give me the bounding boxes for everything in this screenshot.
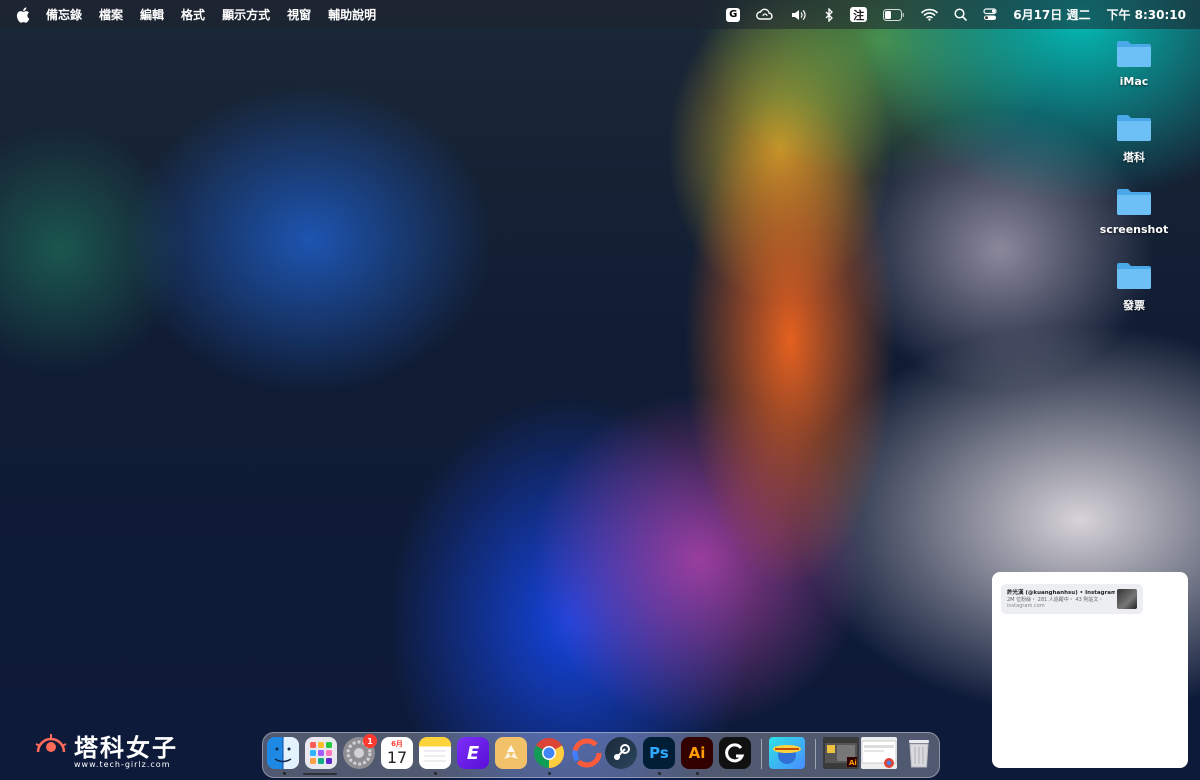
desktop-folder-screenshot[interactable]: screenshot bbox=[1088, 186, 1180, 260]
worlds-icon[interactable] bbox=[769, 737, 805, 769]
running-indicator bbox=[696, 772, 699, 775]
desktop-icons: iMac 塔科 screenshot 發票 bbox=[1088, 38, 1180, 334]
chrome-window-thumb[interactable] bbox=[861, 737, 897, 769]
archive-icon[interactable] bbox=[495, 737, 527, 769]
calendar-day: 17 bbox=[386, 747, 408, 767]
menu-format[interactable]: 格式 bbox=[181, 6, 205, 23]
menu-bar-left: 備忘錄 檔案 編輯 格式 顯示方式 視窗 輔助說明 bbox=[0, 6, 393, 23]
app-menu[interactable]: 備忘錄 bbox=[46, 6, 82, 23]
grammarly-icon[interactable]: G bbox=[726, 0, 741, 29]
launchpad-icon[interactable] bbox=[305, 737, 337, 769]
watermark-url: www.tech-girlz.com bbox=[74, 760, 171, 769]
menu-help[interactable]: 輔助說明 bbox=[328, 6, 376, 23]
settings-badge: 1 bbox=[363, 734, 377, 748]
capture-icon[interactable] bbox=[571, 737, 603, 769]
illustrator-window-thumb[interactable]: Ai bbox=[823, 737, 859, 769]
folder-icon bbox=[1117, 115, 1151, 141]
desktop-folder-taco[interactable]: 塔科 bbox=[1088, 112, 1180, 186]
bluetooth-icon[interactable] bbox=[824, 0, 834, 29]
steam-icon[interactable] bbox=[605, 737, 637, 769]
search-icon[interactable] bbox=[954, 0, 968, 29]
logitech-icon[interactable] bbox=[719, 737, 751, 769]
date-display[interactable]: 6月17日 週二 bbox=[1013, 0, 1090, 29]
link-preview-card[interactable]: 許光漢 (@kuanghanhsu) • Instagram... 2M 位粉絲… bbox=[1001, 584, 1143, 614]
input-method-icon[interactable]: 注 bbox=[850, 0, 868, 29]
folder-icon bbox=[1117, 263, 1151, 289]
e-app-icon[interactable]: E bbox=[457, 737, 489, 769]
trash-icon[interactable] bbox=[903, 737, 935, 769]
photoshop-icon[interactable]: Ps bbox=[643, 737, 675, 769]
dock-separator bbox=[815, 739, 816, 769]
link-preview-title: 許光漢 (@kuanghanhsu) • Instagram... bbox=[1007, 590, 1115, 596]
svg-text:Ai: Ai bbox=[849, 759, 857, 767]
menu-file[interactable]: 檔案 bbox=[99, 6, 123, 23]
menu-bar-right: G 注 6月17日 週二 下午 8:30:10 bbox=[726, 0, 1186, 29]
desktop-folder-label: 塔科 bbox=[1123, 151, 1145, 164]
running-indicator bbox=[548, 772, 551, 775]
desktop-folder-label: 發票 bbox=[1123, 299, 1145, 312]
watermark-name: 塔科女子 bbox=[74, 734, 178, 762]
link-preview-thumbnail bbox=[1117, 589, 1137, 609]
illustrator-icon[interactable]: Ai bbox=[681, 737, 713, 769]
dock: 1 6月 17 E Ps Ai Ai bbox=[262, 732, 940, 778]
calendar-icon[interactable]: 6月 17 bbox=[381, 737, 413, 769]
menu-view[interactable]: 顯示方式 bbox=[222, 6, 270, 23]
chrome-icon[interactable] bbox=[533, 737, 565, 769]
desktop-folder-label: iMac bbox=[1119, 75, 1149, 88]
folder-icon bbox=[1117, 189, 1151, 215]
logo-mark-icon bbox=[35, 734, 67, 753]
dock-separator bbox=[761, 739, 762, 769]
desktop-folder-imac[interactable]: iMac bbox=[1088, 38, 1180, 112]
folder-icon bbox=[1117, 41, 1151, 67]
desktop-folder-label: screenshot bbox=[1099, 223, 1169, 236]
input-method-label: 注 bbox=[850, 7, 868, 22]
finder-icon[interactable] bbox=[267, 737, 299, 769]
notes-icon[interactable] bbox=[419, 737, 451, 769]
notes-widget[interactable]: 許光漢 (@kuanghanhsu) • Instagram... 2M 位粉絲… bbox=[992, 572, 1188, 768]
control-center-icon[interactable] bbox=[983, 0, 997, 29]
volume-icon[interactable] bbox=[790, 0, 808, 29]
wifi-icon[interactable] bbox=[921, 0, 939, 29]
running-indicator bbox=[658, 772, 661, 775]
menu-window[interactable]: 視窗 bbox=[287, 6, 311, 23]
apple-icon[interactable] bbox=[16, 6, 30, 23]
battery-icon[interactable] bbox=[883, 0, 905, 29]
launchpad-hover-indicator bbox=[303, 773, 337, 775]
link-preview-source: instagram.com bbox=[1007, 603, 1045, 609]
running-indicator bbox=[434, 772, 437, 775]
link-preview-subtitle: 2M 位粉絲・ 281 人追蹤中・ 43 則貼文・ bbox=[1007, 597, 1104, 603]
running-indicator bbox=[283, 772, 286, 775]
menu-bar: 備忘錄 檔案 編輯 格式 顯示方式 視窗 輔助說明 G 注 6月17日 週二 下… bbox=[0, 0, 1200, 29]
time-display[interactable]: 下午 8:30:10 bbox=[1106, 0, 1186, 29]
desktop-folder-invoice[interactable]: 發票 bbox=[1088, 260, 1180, 334]
menu-edit[interactable]: 編輯 bbox=[140, 6, 164, 23]
cloud-sync-icon[interactable] bbox=[756, 0, 774, 29]
